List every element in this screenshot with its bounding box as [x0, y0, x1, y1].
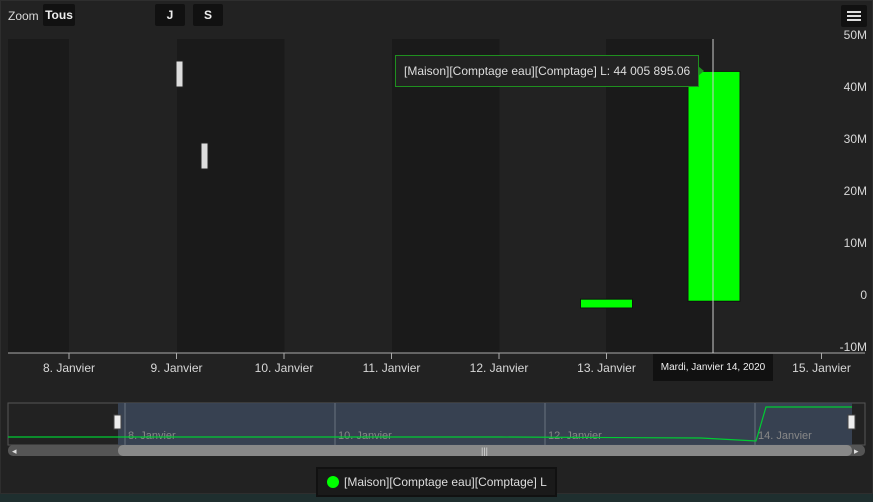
navigator-handle-left [113, 414, 122, 430]
navigator-tick-label: 8. Janvier [128, 430, 176, 442]
x-tick-label: 13. Janvier [577, 361, 636, 375]
y-tick-label: 0 [860, 288, 867, 302]
y-tick-label: 40M [844, 80, 867, 94]
candle [687, 70, 741, 302]
legend-label: [Maison][Comptage eau][Comptage] L [344, 475, 547, 489]
scrollbar-left-arrow-icon: ◂ [12, 446, 17, 456]
scrollbar-grip-icon: ||| [481, 446, 488, 456]
navigator-tick-label: 12. Janvier [548, 430, 602, 442]
x-tick-label: 8. Janvier [43, 361, 95, 375]
x-tick-label: 15. Janvier [792, 361, 851, 375]
legend-item[interactable]: [Maison][Comptage eau][Comptage] L [316, 467, 557, 497]
crosshair-date-label: Mardi, Janvier 14, 2020 [653, 354, 773, 381]
legend-series-dot-icon [327, 476, 339, 488]
x-tick-label: 10. Janvier [255, 361, 314, 375]
plot-band [8, 39, 69, 353]
y-tick-label: 50M [844, 28, 867, 42]
navigator-handle-right [847, 414, 856, 430]
y-tick-label: 20M [844, 184, 867, 198]
chart-container: Zoom Tous J S 50M 40M 30M 20M 10M 0 -10M 8. Ja… [0, 0, 873, 497]
x-tick-label: 9. Janvier [150, 361, 202, 375]
y-tick-label: 10M [844, 236, 867, 250]
navigator[interactable]: 8. Janvier 10. Janvier 12. Janvier 14. Janv… [1, 401, 872, 461]
navigator-tick-label: 14. Janvier [758, 430, 812, 442]
x-tick-label: 11. Janvier [363, 361, 421, 375]
empty-point-marker-1 [175, 60, 184, 88]
x-tick-label: 12. Janvier [470, 361, 529, 375]
scrollbar-right-arrow-icon: ▸ [854, 446, 859, 456]
y-tick-label: -10M [840, 340, 867, 354]
navigator-selection [118, 403, 852, 445]
tooltip: [Maison][Comptage eau][Comptage] L: 44 0… [395, 55, 705, 87]
empty-point-marker-2 [200, 142, 209, 170]
y-tick-label: 30M [844, 132, 867, 146]
candle [580, 298, 633, 309]
navigator-tick-label: 10. Janvier [338, 430, 392, 442]
plot-band [177, 39, 285, 353]
